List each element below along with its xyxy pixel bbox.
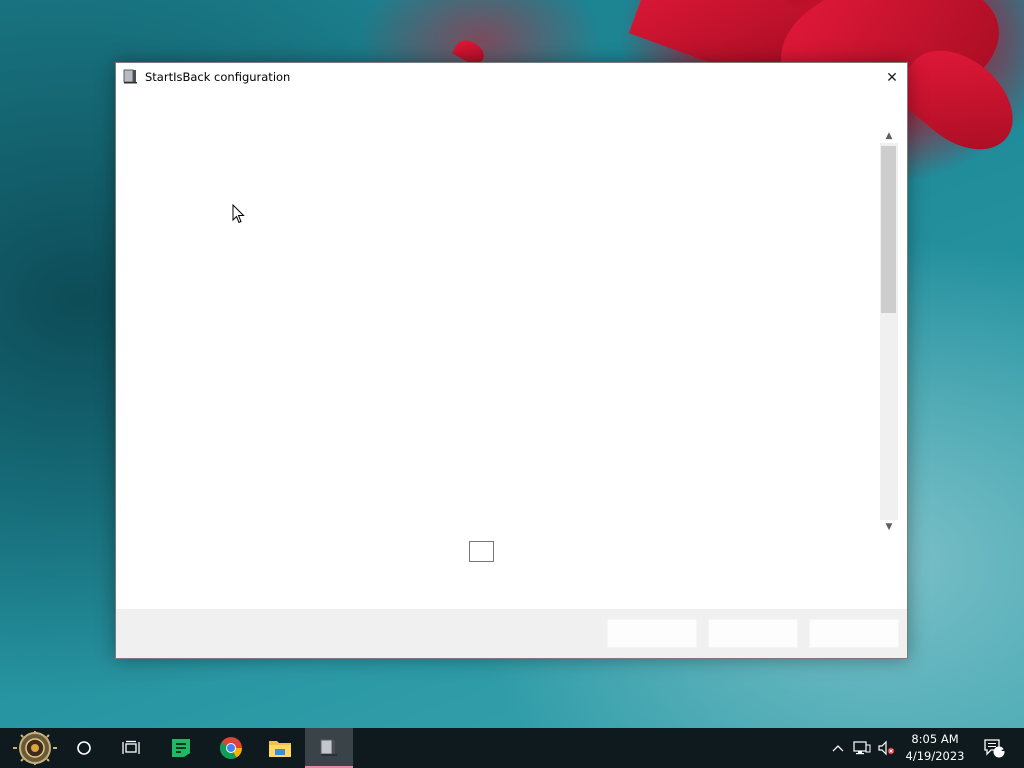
mouse-cursor-icon <box>232 204 245 224</box>
clock-date: 4/19/2023 <box>905 749 965 763</box>
chevron-up-icon <box>832 745 844 752</box>
clock-time: 8:05 AM <box>911 732 959 746</box>
title-bar[interactable]: StartIsBack configuration ✕ <box>116 63 907 92</box>
close-icon: ✕ <box>886 69 898 86</box>
start-orb-icon <box>13 731 57 765</box>
search-button[interactable] <box>60 728 108 768</box>
volume-muted-icon <box>878 740 895 756</box>
taskbar-startisback-config[interactable] <box>305 728 353 768</box>
taskbar-clock[interactable]: 8:05 AM 4/19/2023 <box>898 731 972 767</box>
volume-tray-button[interactable] <box>875 728 897 768</box>
file-explorer-icon <box>269 741 291 757</box>
ok-button[interactable] <box>607 619 697 648</box>
scroll-down-button[interactable]: ▼ <box>880 520 898 534</box>
dialog-footer <box>116 609 907 658</box>
network-tray-button[interactable] <box>851 728 873 768</box>
checkbox[interactable] <box>469 541 494 562</box>
cancel-button[interactable] <box>708 619 798 648</box>
window-title: StartIsBack configuration <box>145 70 291 84</box>
action-center-button[interactable]: 1 <box>980 728 1008 768</box>
task-view-icon <box>122 740 140 754</box>
chevron-down-icon: ▼ <box>885 522 893 532</box>
notification-count-badge: 1 <box>1000 743 1008 754</box>
task-view-button[interactable] <box>107 728 155 768</box>
taskbar: 8:05 AM 4/19/2023 1 <box>0 728 1024 768</box>
search-circle-icon <box>77 741 91 755</box>
network-icon <box>853 741 871 755</box>
taskbar-file-explorer[interactable] <box>256 728 304 768</box>
show-hidden-icons-button[interactable] <box>829 728 847 768</box>
apply-button[interactable] <box>809 619 899 648</box>
taskbar-notes-app[interactable] <box>157 728 205 768</box>
scroll-up-button[interactable]: ▲ <box>880 129 898 143</box>
chrome-icon <box>220 737 242 759</box>
scroll-thumb[interactable] <box>881 146 896 313</box>
startisback-config-icon <box>320 739 337 756</box>
chevron-up-icon: ▲ <box>885 131 893 141</box>
config-dialog: StartIsBack configuration ✕ ▲ ▼ <box>115 62 908 659</box>
close-button[interactable]: ✕ <box>877 63 907 92</box>
start-button[interactable] <box>10 728 60 768</box>
taskbar-chrome[interactable] <box>207 728 255 768</box>
vertical-scrollbar[interactable]: ▲ ▼ <box>880 129 898 534</box>
notes-app-icon <box>172 739 190 757</box>
app-icon <box>123 69 137 84</box>
